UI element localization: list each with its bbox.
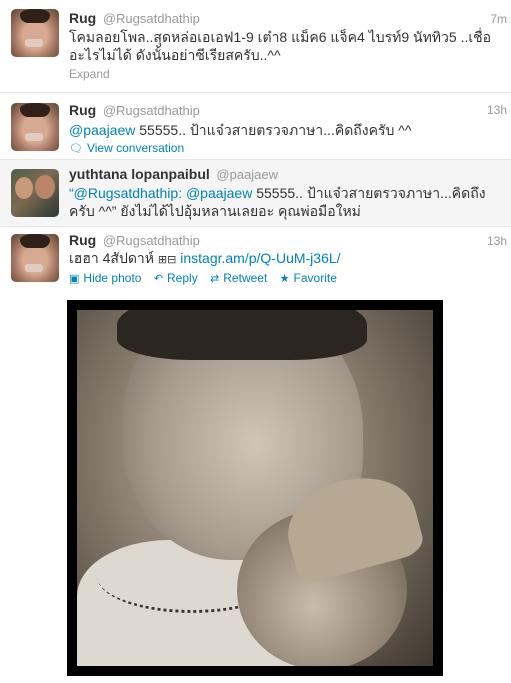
retweet-icon: ⇄: [210, 273, 220, 285]
avatar[interactable]: [11, 103, 59, 151]
user-fullname[interactable]: yuthtana lopanpaibul: [69, 166, 210, 182]
avatar[interactable]: [11, 169, 59, 217]
mention-link[interactable]: @Rugsatdhathip: [74, 185, 179, 201]
tweet-1[interactable]: Rug @Rugsatdhathip 7m โคมลอยโพล..สุดหล่อ…: [0, 0, 511, 93]
retweet-label: Retweet: [223, 271, 268, 285]
view-conversation-link[interactable]: 🗨 View conversation: [69, 141, 184, 155]
tweet-text: “@Rugsatdhathip: @paajaew 55555.. ป้าแจ๋…: [69, 184, 499, 220]
instagram-link[interactable]: instagr.am/p/Q-UuM-j36L/: [180, 250, 340, 266]
user-fullname[interactable]: Rug: [69, 102, 96, 118]
tweet-actions: ▣ Hide photo ↶ Reply ⇄ Retweet ★ Favorite: [69, 271, 346, 285]
hide-photo-label: Hide photo: [83, 271, 142, 285]
speech-bubble-icon: 🗨: [69, 143, 83, 155]
favorite-label: Favorite: [293, 271, 337, 285]
emoji-glyphs: ⊞⊟: [157, 254, 177, 266]
tweet-timestamp[interactable]: 13h: [487, 103, 507, 117]
tweet-text-body: 55555.. ป้าแจ๋วสายตรวจภาษา...คิดถึงครับ …: [135, 122, 412, 138]
mention-separator: :: [178, 185, 186, 201]
retweet-button[interactable]: ⇄ Retweet: [210, 271, 267, 285]
user-handle[interactable]: @paajaew: [216, 167, 278, 182]
tweet-text: โคมลอยโพล..สุดหล่อเอเอฟ1-9 เต๋า8 แม็ค6 แ…: [69, 29, 492, 63]
reply-label: Reply: [167, 271, 198, 285]
tweet-text: @paajaew 55555.. ป้าแจ๋วสายตรวจภาษา...คิ…: [69, 121, 499, 139]
mention-link[interactable]: @paajaew: [186, 185, 252, 201]
hide-photo-button[interactable]: ▣ Hide photo: [69, 271, 141, 285]
user-handle[interactable]: @Rugsatdhathip: [103, 11, 200, 26]
tweet-text: เฮฮา 4สัปดาห์ ⊞⊟ instagr.am/p/Q-UuM-j36L…: [69, 249, 499, 269]
reply-button[interactable]: ↶ Reply: [154, 271, 198, 285]
user-handle[interactable]: @Rugsatdhathip: [103, 103, 200, 118]
user-handle[interactable]: @Rugsatdhathip: [103, 233, 200, 248]
tweet-header: Rug @Rugsatdhathip: [69, 102, 200, 118]
avatar[interactable]: [11, 9, 59, 57]
mention-link[interactable]: @paajaew: [69, 122, 135, 138]
user-fullname[interactable]: Rug: [69, 232, 96, 248]
tweet-timestamp[interactable]: 13h: [487, 234, 507, 248]
photo-image: [77, 310, 433, 666]
avatar[interactable]: [11, 234, 59, 282]
tweet-header: yuthtana lopanpaibul @paajaew: [69, 166, 278, 182]
expand-link[interactable]: Expand: [69, 67, 110, 81]
favorite-button[interactable]: ★ Favorite: [280, 271, 337, 285]
tweet-header: Rug @Rugsatdhathip: [69, 10, 200, 26]
tweet-text-body: เฮฮา 4สัปดาห์: [69, 250, 158, 266]
photo-hair: [117, 310, 367, 360]
photo-icon: ▣: [69, 273, 80, 285]
tweet-photo[interactable]: [67, 300, 443, 676]
user-fullname[interactable]: Rug: [69, 10, 96, 26]
tweet-3[interactable]: yuthtana lopanpaibul @paajaew “@Rugsatdh…: [0, 160, 511, 227]
tweet-header: Rug @Rugsatdhathip: [69, 232, 200, 248]
reply-icon: ↶: [153, 273, 164, 285]
tweet-2[interactable]: Rug @Rugsatdhathip 13h @paajaew 55555.. …: [0, 93, 511, 160]
view-conversation-label: View conversation: [86, 141, 185, 155]
star-icon: ★: [279, 273, 290, 285]
tweet-timestamp[interactable]: 7m: [490, 12, 507, 26]
